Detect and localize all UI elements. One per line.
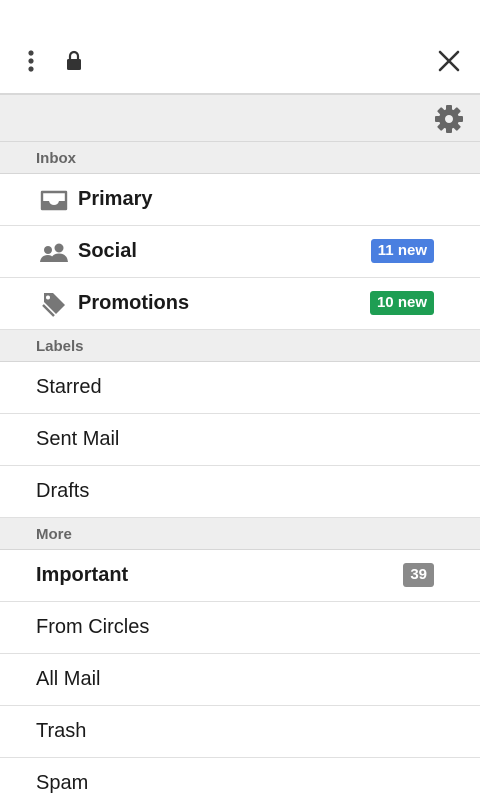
nav-item-sent-mail[interactable]: Sent Mail [0,414,480,466]
section-label-inbox: Inbox [36,150,76,167]
nav-item-label: Trash [36,720,87,742]
nav-item-label: From Circles [36,616,150,638]
new-count-badge: 10 new [369,291,434,315]
unread-count-badge: 39 [403,563,434,587]
inbox-tray-icon [40,190,68,211]
gear-icon[interactable] [434,104,464,134]
nav-item-label: Drafts [36,480,90,502]
nav-item-label: Important [36,564,129,586]
people-icon [40,243,68,262]
top-bar [0,0,480,93]
close-icon[interactable] [436,48,462,74]
tag-icon [42,293,65,317]
nav-item-label: Spam [36,772,89,794]
nav-item-drafts[interactable]: Drafts [0,466,480,518]
section-header-labels: Labels [0,330,480,362]
lock-icon [67,50,81,70]
nav-item-label: All Mail [36,668,101,690]
nav-item-label: Starred [36,376,102,398]
more-vert-icon[interactable] [22,47,40,75]
section-header-more: More [0,518,480,550]
nav-item-primary[interactable]: Primary [0,174,480,226]
new-count-badge: 11 new [370,239,434,263]
nav-item-promotions[interactable]: Promotions 10 new [0,278,480,330]
nav-item-label: Sent Mail [36,428,120,450]
nav-item-starred[interactable]: Starred [0,362,480,414]
nav-item-important[interactable]: Important 39 [0,550,480,602]
nav-item-social[interactable]: Social 11 new [0,226,480,278]
nav-item-all-mail[interactable]: All Mail [0,654,480,706]
nav-item-label: Social [78,240,137,262]
nav-item-spam[interactable]: Spam [0,758,480,810]
nav-item-from-circles[interactable]: From Circles [0,602,480,654]
nav-item-label: Promotions [78,292,190,314]
section-header-inbox: Inbox [0,142,480,174]
nav-item-trash[interactable]: Trash [0,706,480,758]
nav-item-label: Primary [78,188,153,210]
section-label-more: More [36,526,72,543]
section-label-labels: Labels [36,338,84,355]
settings-bar [0,93,480,142]
